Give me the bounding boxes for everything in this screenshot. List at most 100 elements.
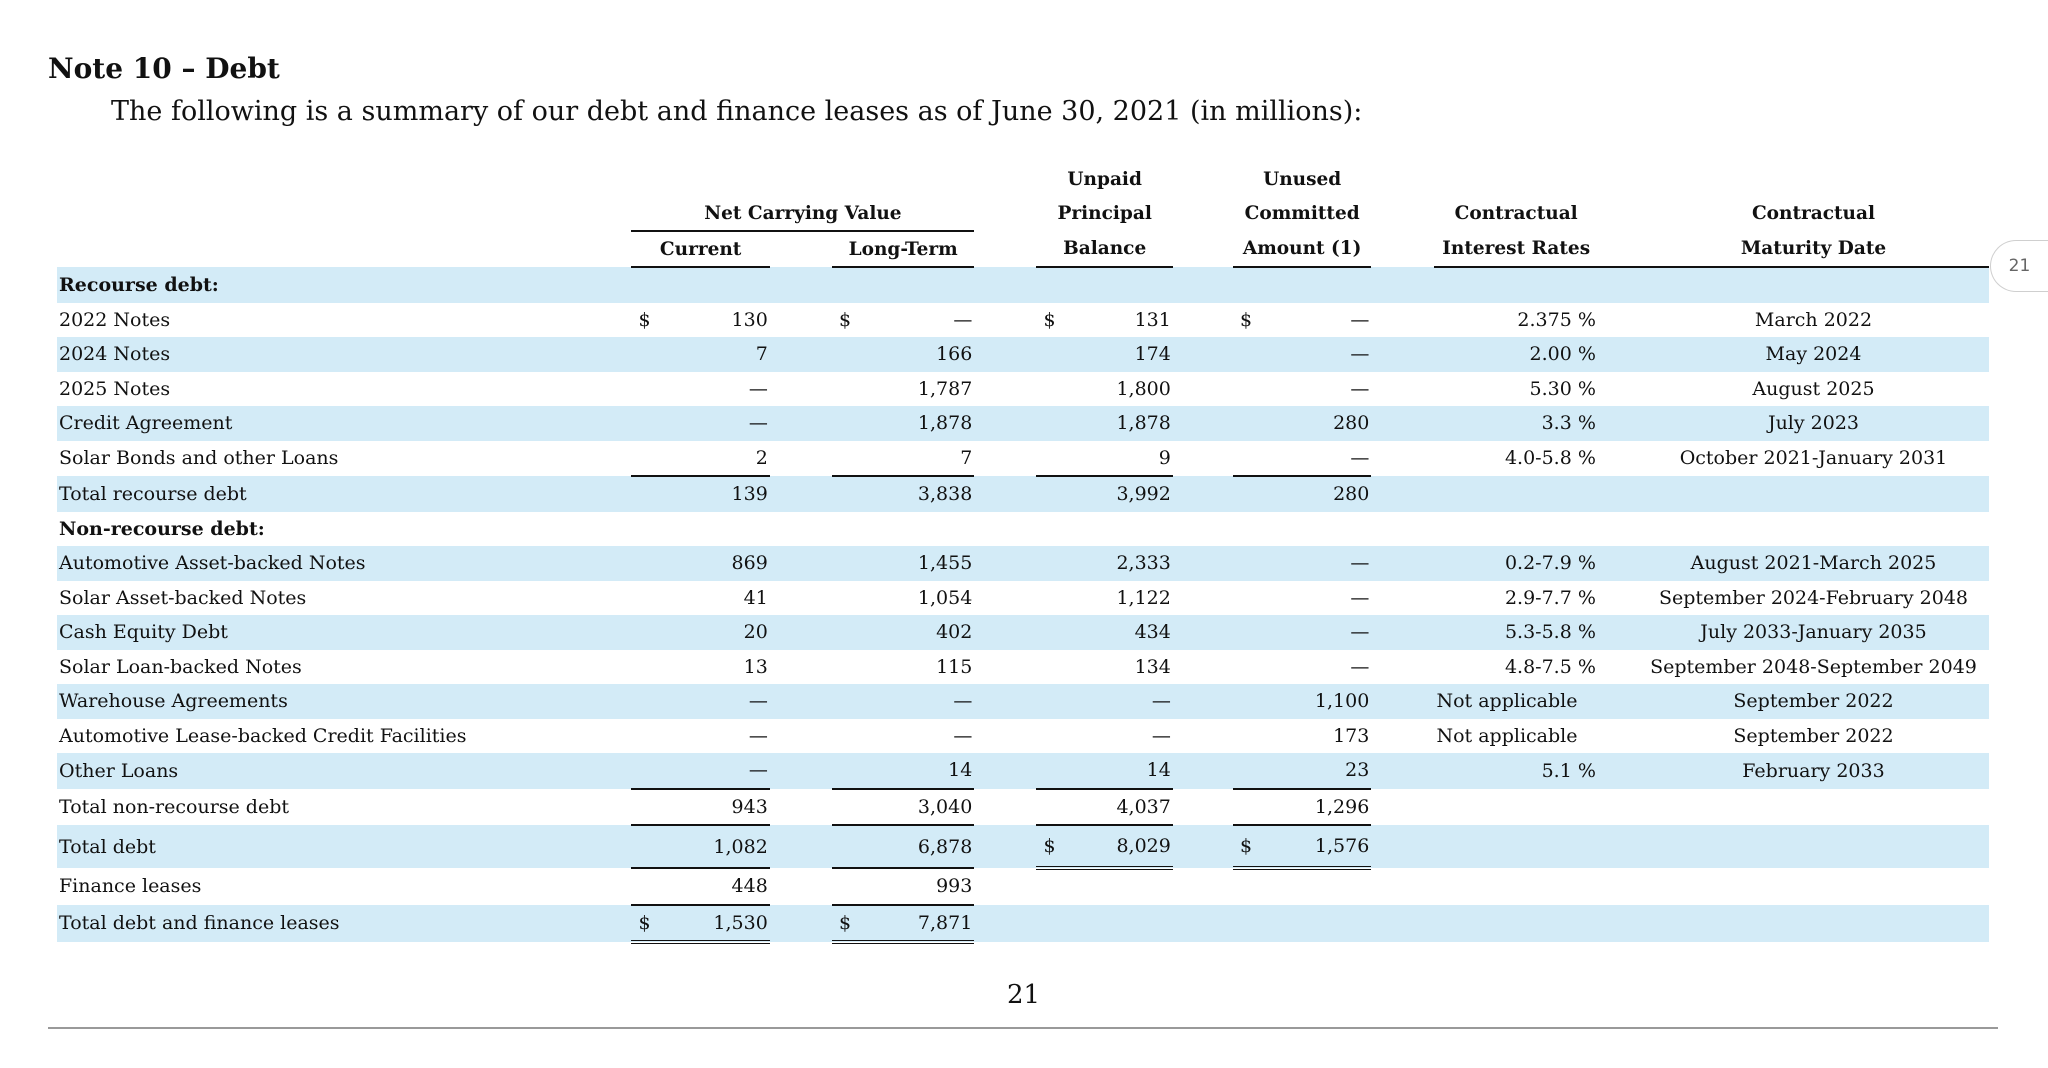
unpaid-balance-value: 434 [1056, 615, 1173, 650]
row-label: Automotive Lease-backed Credit Facilitie… [59, 724, 467, 747]
maturity-date [1638, 868, 1989, 905]
unpaid-balance-value: 8,029 [1056, 825, 1173, 870]
unused-currency [1232, 788, 1254, 826]
current-currency: $ [638, 308, 651, 331]
spacer [769, 406, 832, 441]
spacer [1172, 684, 1233, 719]
long-term-currency [831, 546, 853, 581]
spacer [1371, 337, 1435, 372]
unused-amount-value: — [1253, 546, 1372, 581]
unpaid-currency [1036, 581, 1056, 616]
spacer [1371, 825, 1435, 868]
maturity-date: September 2022 [1733, 724, 1894, 747]
spacer [1371, 904, 1435, 942]
maturity-date [1637, 476, 1989, 512]
long-term-value: — [852, 684, 975, 719]
current-currency [631, 372, 651, 407]
section-label: Non-recourse debt: [59, 517, 265, 540]
table-row: Solar Asset-backed Notes 41 1,054 1,122 — 2.9… [57, 581, 1989, 616]
interest-rate: 4.8-7.5 % [1504, 655, 1596, 678]
current-currency [631, 581, 651, 616]
current-value: 448 [651, 868, 770, 906]
maturity-date: March 2022 [1754, 308, 1873, 331]
current-currency [631, 476, 652, 512]
spacer [1371, 719, 1434, 754]
long-term-value: 3,838 [852, 476, 975, 512]
spacer [1371, 303, 1434, 338]
spacer [769, 337, 832, 372]
interest-rate: 5.30 % [1529, 377, 1596, 400]
interest-rate [1434, 904, 1598, 942]
current-currency [631, 337, 652, 372]
long-term-currency [832, 719, 852, 754]
unpaid-balance-value: 1,122 [1116, 586, 1171, 609]
unused-currency [1232, 440, 1254, 477]
current-value: 139 [651, 476, 770, 512]
long-term-value: 1,455 [852, 546, 975, 581]
long-term-currency [831, 684, 853, 719]
spacer [974, 615, 1037, 650]
header-unused-2: Committed [1232, 196, 1372, 231]
long-term-value: 1,054 [917, 586, 973, 609]
page-indicator-tab[interactable]: 21 [1990, 240, 2048, 292]
interest-rate [1434, 476, 1598, 512]
spacer [974, 546, 1037, 581]
long-term-value: 166 [852, 337, 975, 372]
spacer [1597, 546, 1638, 581]
interest-rate: 3.3 % [1434, 406, 1598, 441]
row-label: Automotive Asset-backed Notes [57, 546, 632, 581]
row-label: Cash Equity Debt [57, 615, 632, 650]
maturity-date: July 2033-January 2035 [1637, 615, 1989, 650]
current-currency [631, 753, 652, 790]
long-term-value: 402 [852, 615, 975, 650]
long-term-currency [831, 788, 853, 826]
header-unused-3: Amount (1) [1232, 231, 1372, 268]
row-label: Other Loans [57, 753, 632, 789]
long-term-value: 115 [936, 655, 973, 678]
spacer [1172, 753, 1233, 789]
unused-currency: $ [1239, 308, 1253, 331]
table-row: Credit Agreement — 1,878 1,878 280 3.3 % July … [57, 406, 1989, 441]
header-unpaid-2: Principal [1036, 196, 1173, 231]
unused-currency [1233, 719, 1253, 754]
spacer [1371, 441, 1434, 477]
row-label: Total recourse debt [57, 476, 632, 512]
table-row: Solar Loan-backed Notes 13 115 134 — 4.8-7.5 … [57, 650, 1989, 685]
debt-summary-table: Unpaid Unused Net Carrying Value Princip… [57, 162, 1989, 944]
maturity-date: August 2021-March 2025 [1637, 546, 1989, 581]
maturity-date: July 2023 [1637, 406, 1989, 441]
spacer [1598, 719, 1638, 754]
interest-rate: 4.0-5.8 % [1504, 447, 1596, 470]
spacer [1598, 303, 1638, 338]
unpaid-currency: $ [1036, 825, 1057, 870]
header-current: Current [631, 231, 770, 268]
interest-rate: Not applicable [1436, 724, 1578, 747]
current-value: 20 [651, 615, 770, 650]
current-value: 2 [651, 440, 770, 477]
spacer [1371, 753, 1435, 789]
unused-currency [1232, 615, 1254, 650]
spacer [974, 753, 1037, 789]
unused-currency [1233, 868, 1253, 905]
spacer [1598, 581, 1638, 616]
spacer [974, 581, 1036, 616]
long-term-currency: $ [838, 308, 852, 331]
unused-amount-value [1253, 904, 1372, 942]
spacer [1173, 372, 1233, 407]
header-interest-2: Interest Rates [1434, 231, 1598, 268]
current-currency [631, 788, 652, 826]
current-currency [631, 546, 652, 581]
unused-amount-value: 1,296 [1253, 788, 1372, 826]
current-value: — [651, 753, 770, 790]
unpaid-balance-value: 131 [1134, 308, 1171, 331]
unpaid-balance-value: 9 [1056, 440, 1173, 477]
current-value: 41 [743, 586, 768, 609]
maturity-date: August 2025 [1752, 377, 1875, 400]
current-currency [631, 650, 651, 685]
long-term-value: 3,040 [852, 788, 975, 826]
interest-rate [1434, 789, 1597, 826]
current-currency: $ [631, 904, 652, 944]
spacer [974, 476, 1037, 512]
page-number: 21 [1007, 980, 1041, 1010]
interest-rate: 2.9-7.7 % [1504, 586, 1596, 609]
